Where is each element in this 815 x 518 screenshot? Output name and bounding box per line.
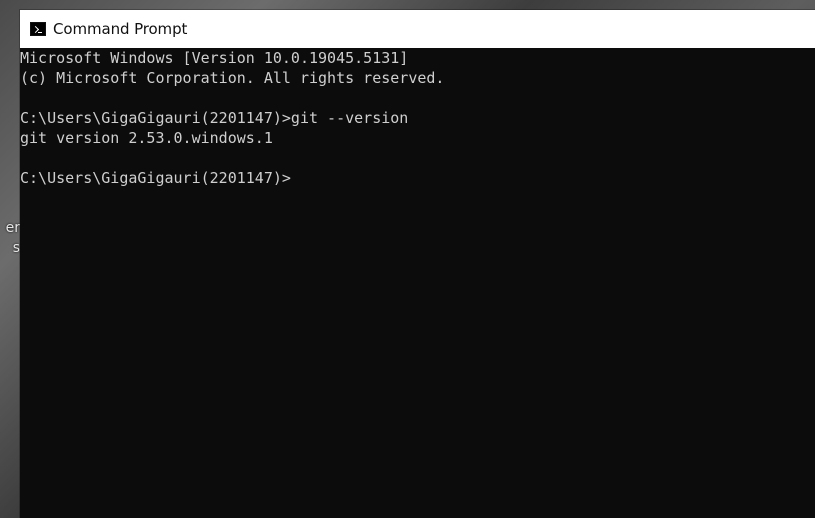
command-prompt-window[interactable]: Command Prompt Microsoft Windows [Versio…	[20, 10, 815, 518]
console-prompt-line[interactable]: C:\Users\GigaGigauri(2201147)>	[20, 168, 815, 188]
console-output[interactable]: Microsoft Windows [Version 10.0.19045.51…	[20, 48, 815, 518]
desktop-label-line: er	[5, 220, 20, 236]
desktop-label-line: s	[12, 240, 20, 256]
console-line: git version 2.53.0.windows.1	[20, 129, 273, 147]
window-titlebar[interactable]: Command Prompt	[20, 10, 815, 48]
console-line: (c) Microsoft Corporation. All rights re…	[20, 69, 445, 87]
console-line: Microsoft Windows [Version 10.0.19045.51…	[20, 49, 409, 67]
window-title: Command Prompt	[53, 20, 188, 38]
console-line: C:\Users\GigaGigauri(2201147)>git --vers…	[20, 109, 409, 127]
cmd-icon	[30, 22, 46, 36]
desktop-partial-label: er s	[0, 218, 20, 258]
